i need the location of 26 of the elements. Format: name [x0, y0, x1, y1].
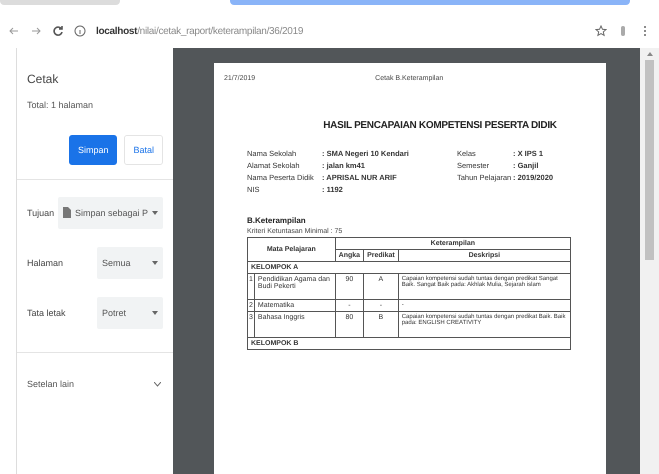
setting-label: Halaman: [27, 258, 64, 268]
info-icon[interactable]: [74, 25, 86, 37]
panel-title: Cetak: [26, 71, 60, 86]
more-settings-toggle[interactable]: Setelan lain: [17, 353, 173, 389]
star-icon[interactable]: [595, 25, 607, 37]
page-count: Total: 1 halaman: [26, 99, 94, 110]
scroll-thumb[interactable]: [645, 60, 654, 260]
reload-icon[interactable]: [52, 25, 64, 37]
setting-select[interactable]: Simpan sebagai P: [58, 196, 163, 228]
dropdown-icon: [152, 210, 158, 214]
setting-label: Tujuan: [27, 208, 56, 218]
scroll-up-icon[interactable]: [646, 52, 652, 56]
setting-select[interactable]: Semua: [97, 246, 163, 278]
dropdown-icon: [152, 260, 158, 264]
setting-label: Tata letak: [27, 308, 67, 318]
url-text[interactable]: localhost/nilai/cetak_raport/keterampilan/36/2019: [96, 26, 304, 36]
scrollbar[interactable]: [640, 48, 659, 474]
save-button[interactable]: Simpan: [68, 135, 118, 165]
cancel-button[interactable]: Batal: [124, 135, 163, 165]
file-icon: [62, 207, 71, 218]
forward-icon[interactable]: [30, 25, 42, 37]
back-icon[interactable]: [8, 25, 20, 37]
section-heading: B.Keterampilan: [246, 215, 307, 225]
setting-select[interactable]: Potret: [97, 296, 163, 328]
dropdown-icon: [152, 310, 158, 314]
document-title: HASIL PENCAPAIAN KOMPETENSI PESERTA DIDIK: [322, 120, 558, 131]
